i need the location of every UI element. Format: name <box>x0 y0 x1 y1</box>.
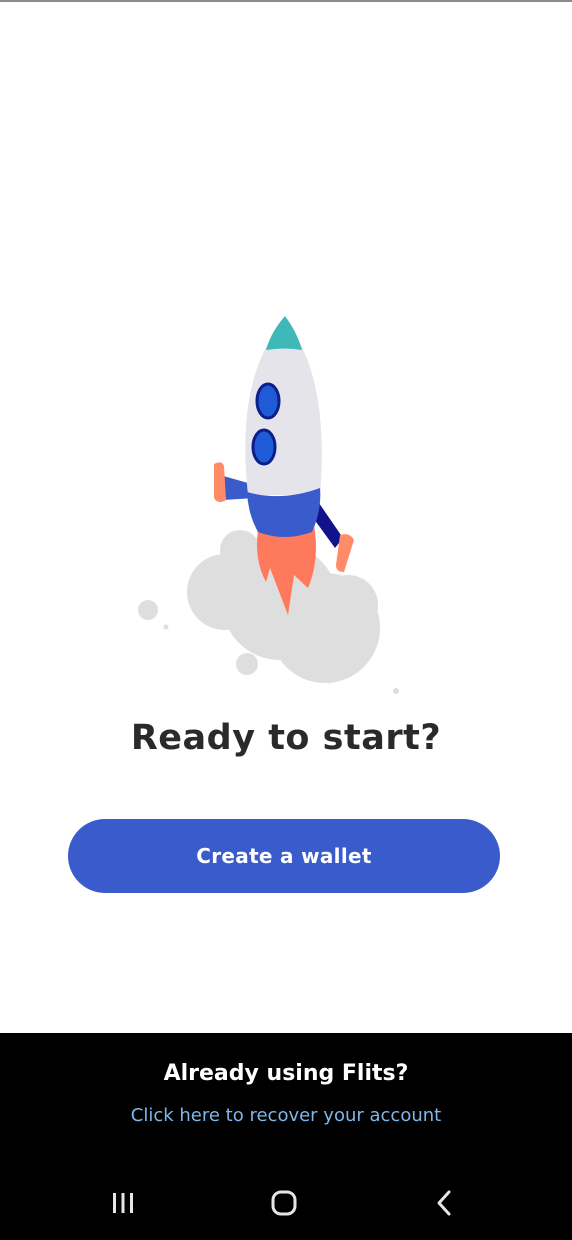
recents-icon[interactable] <box>98 1178 148 1228</box>
rocket-illustration <box>138 316 399 694</box>
rocket-collar <box>247 488 321 537</box>
rocket-window-top <box>255 382 281 420</box>
back-icon[interactable] <box>420 1178 470 1228</box>
page-title: Ready to start? <box>130 718 442 758</box>
already-using-text: Already using Flits? <box>163 1061 409 1086</box>
status-divider <box>0 0 572 2</box>
rocket-left-fin-tip <box>214 462 226 503</box>
rocket-tip <box>266 316 302 350</box>
home-icon[interactable] <box>259 1178 309 1228</box>
recover-account-link[interactable]: Click here to recover your account <box>0 1105 572 1126</box>
create-wallet-button[interactable]: Create a wallet <box>68 819 500 893</box>
system-nav-bar <box>0 1150 572 1240</box>
rocket-window-bottom <box>251 428 277 466</box>
